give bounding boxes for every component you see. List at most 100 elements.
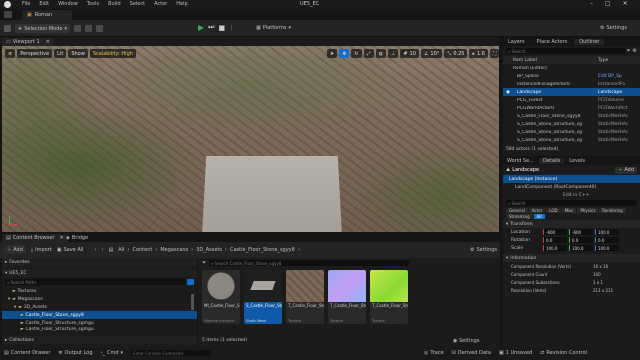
- asset-tile[interactable]: T_Castle_Floor_Stone_sgyy8_4K_N Texture: [328, 270, 366, 324]
- outliner-row[interactable]: S_Castle_Floor_Stone_sgyy8 StaticMeshAc: [503, 112, 640, 120]
- breadcrumb-item[interactable]: 3D_Assets: [196, 247, 222, 253]
- menu-tools[interactable]: Tools: [87, 1, 99, 7]
- maximize-icon[interactable]: □: [605, 0, 611, 7]
- close-tab-icon[interactable]: ✕: [46, 39, 50, 45]
- blueprints-icon[interactable]: [84, 25, 92, 32]
- cmd-button[interactable]: ›_ Cmd ▾: [101, 350, 124, 356]
- forward-icon[interactable]: ›: [102, 247, 104, 253]
- tree-scrollbar[interactable]: [191, 294, 194, 310]
- save-current-icon[interactable]: [4, 25, 11, 32]
- world-local-icon[interactable]: ◍: [375, 49, 386, 58]
- save-icon[interactable]: [4, 11, 12, 18]
- information-section[interactable]: ▾ Information: [503, 254, 640, 262]
- component-root-row[interactable]: LandComponent (RootComponent0): [503, 183, 640, 191]
- cb-settings-button[interactable]: ⚙ Settings: [470, 247, 497, 253]
- camera-speed-button[interactable]: ▸ 1.6: [469, 49, 488, 58]
- menu-select[interactable]: Select: [130, 1, 145, 7]
- breadcrumb-item[interactable]: Content: [132, 247, 152, 253]
- console-input[interactable]: Enter Console Command: [131, 350, 212, 356]
- details-search-input[interactable]: ⌕ Search: [506, 200, 637, 206]
- add-button[interactable]: + Add: [4, 245, 26, 254]
- place-actors-tab[interactable]: Place Actors: [532, 39, 573, 45]
- viewport-tab[interactable]: ▭ Viewport 1 ✕: [2, 38, 54, 46]
- gear-icon[interactable]: ⚙: [633, 48, 637, 54]
- select-mode-icon[interactable]: ➤: [327, 49, 338, 58]
- platforms-button[interactable]: ▦ Platforms ▾: [256, 25, 291, 31]
- menu-help[interactable]: Help: [176, 1, 187, 7]
- category-lod[interactable]: LOD: [546, 208, 561, 213]
- filter-icon[interactable]: ⏷: [202, 260, 206, 266]
- scalability-button[interactable]: Scalability: High: [89, 49, 136, 58]
- tree-item-castle-floor-structure-2[interactable]: ▰ Castle_Floor_Structure_sgmgu: [2, 327, 197, 332]
- view-options-icon[interactable]: ◉ Settings: [453, 338, 479, 344]
- rotation-y-input[interactable]: 0.0: [569, 237, 593, 243]
- quick-add-icon[interactable]: [73, 25, 81, 32]
- details-actor-name[interactable]: Landscape: [512, 167, 539, 173]
- outliner-row[interactable]: S_Castle_Stone_Structure_sg StaticMeshAc: [503, 120, 640, 128]
- edit-cpp-link[interactable]: Edit in C++: [503, 191, 640, 199]
- details-add-button[interactable]: + Add: [615, 166, 637, 174]
- outliner-row[interactable]: S_Castle_Stone_Structure_sg StaticMeshAc: [503, 136, 640, 144]
- project-header[interactable]: ▾ UE5_EC: [2, 269, 197, 277]
- lit-button[interactable]: Lit: [54, 49, 67, 58]
- outliner-row[interactable]: BP_Spline Edit BP_Sp: [503, 72, 640, 80]
- revision-control-button[interactable]: ⇄ Revision Control: [540, 350, 587, 356]
- maximize-viewport-icon[interactable]: ⛶: [489, 49, 499, 58]
- search-assets-input[interactable]: ⌕ Search Castle_Floor_Stone_sgyy8: [209, 260, 410, 266]
- component-instance-row[interactable]: Landscape (Instance): [503, 175, 640, 183]
- save-all-button[interactable]: ▣ Save All: [57, 247, 84, 253]
- minimize-icon[interactable]: –: [590, 0, 593, 7]
- tree-item-castle-floor-stone[interactable]: ▰ Castle_Floor_Stone_sgyy8: [2, 311, 197, 319]
- layers-tab[interactable]: Layers: [503, 39, 530, 45]
- asset-tile[interactable]: T_Castle_Floor_Stone_sgyy8_4K_D Texture: [286, 270, 324, 324]
- grid-snap-button[interactable]: #10: [400, 49, 419, 58]
- settings-button[interactable]: ⚙ Settings: [600, 25, 627, 31]
- outliner-search-input[interactable]: ⌕ Search...: [506, 48, 625, 54]
- location-x-input[interactable]: -600: [543, 229, 567, 235]
- category-rendering[interactable]: Rendering: [599, 208, 626, 213]
- show-button[interactable]: Show: [68, 49, 88, 58]
- breadcrumb-item[interactable]: Castle_Floor_Stone_sgyy8: [230, 247, 295, 253]
- outliner-row-selected[interactable]: ◉ Landscape Landscape: [503, 88, 640, 96]
- menu-build[interactable]: Build: [108, 1, 121, 7]
- outliner-row[interactable]: InstancedFoliageActor0 InstancedFo: [503, 80, 640, 88]
- category-misc[interactable]: Misc: [561, 208, 577, 213]
- more-options-icon[interactable]: ⋮: [229, 25, 234, 31]
- close-icon[interactable]: ✕: [623, 0, 628, 7]
- viewport-options-button[interactable]: ≡: [5, 49, 16, 58]
- world-settings-tab[interactable]: World Se...: [503, 158, 538, 164]
- output-log-button[interactable]: ≣ Output Log: [58, 350, 92, 356]
- derived-data-button[interactable]: ⛁ Derived Data: [452, 350, 491, 356]
- content-drawer-button[interactable]: ▤ Content Drawer: [4, 350, 50, 356]
- scale-x-input[interactable]: 100.0: [543, 245, 567, 251]
- trace-button[interactable]: ◎ Trace: [424, 350, 444, 356]
- category-streaming[interactable]: Streaming: [506, 214, 533, 219]
- menu-actor[interactable]: Actor: [154, 1, 167, 7]
- import-button[interactable]: ⤓ Import: [31, 247, 52, 253]
- unsaved-button[interactable]: ▣ 1 Unsaved: [499, 350, 532, 356]
- favorites-header[interactable]: ▸ Favorites: [2, 258, 197, 266]
- menu-file[interactable]: File: [22, 1, 30, 7]
- details-tab[interactable]: Details: [538, 157, 565, 164]
- level-viewport[interactable]: ≡ Perspective Lit Show Scalability: High…: [2, 46, 499, 232]
- scale-icon[interactable]: ⤢: [363, 49, 374, 58]
- outliner-row[interactable]: S_Castle_Stone_Structure_sg StaticMeshAc: [503, 128, 640, 136]
- outliner-row[interactable]: PCGWorldActor0 PCGWorldAct: [503, 104, 640, 112]
- back-icon[interactable]: ‹: [95, 247, 97, 253]
- selection-mode-button[interactable]: ➤ Selection Mode ▾: [15, 24, 70, 33]
- tree-item-textures[interactable]: ▰ Textures: [2, 287, 197, 295]
- asset-tile[interactable]: T_Castle_Floor_Stone_sgyy8_4K_DpR Textur…: [370, 270, 408, 324]
- category-actor[interactable]: Actor: [528, 208, 546, 213]
- tree-item-castle-floor-structure[interactable]: ▰ Castle_Floor_Structure_sgmgu: [2, 319, 197, 327]
- rotation-z-input[interactable]: 0.0: [595, 237, 619, 243]
- transform-section[interactable]: ▾ Transform: [503, 220, 640, 228]
- collections-header[interactable]: ▸ Collections: [2, 336, 197, 344]
- scale-y-input[interactable]: 100.0: [569, 245, 593, 251]
- menu-edit[interactable]: Edit: [39, 1, 49, 7]
- cinematics-icon[interactable]: [95, 25, 103, 32]
- location-y-input[interactable]: -600: [569, 229, 593, 235]
- asset-tile[interactable]: MI_Castle_Floor_Stone_sgyy8_4K Material …: [202, 270, 240, 324]
- rotation-snap-button[interactable]: ∠ 10°: [420, 49, 443, 58]
- tree-item-megascans[interactable]: ▾ ▰ Megascans: [2, 295, 197, 303]
- outliner-row[interactable]: Roman (Editor): [503, 64, 640, 72]
